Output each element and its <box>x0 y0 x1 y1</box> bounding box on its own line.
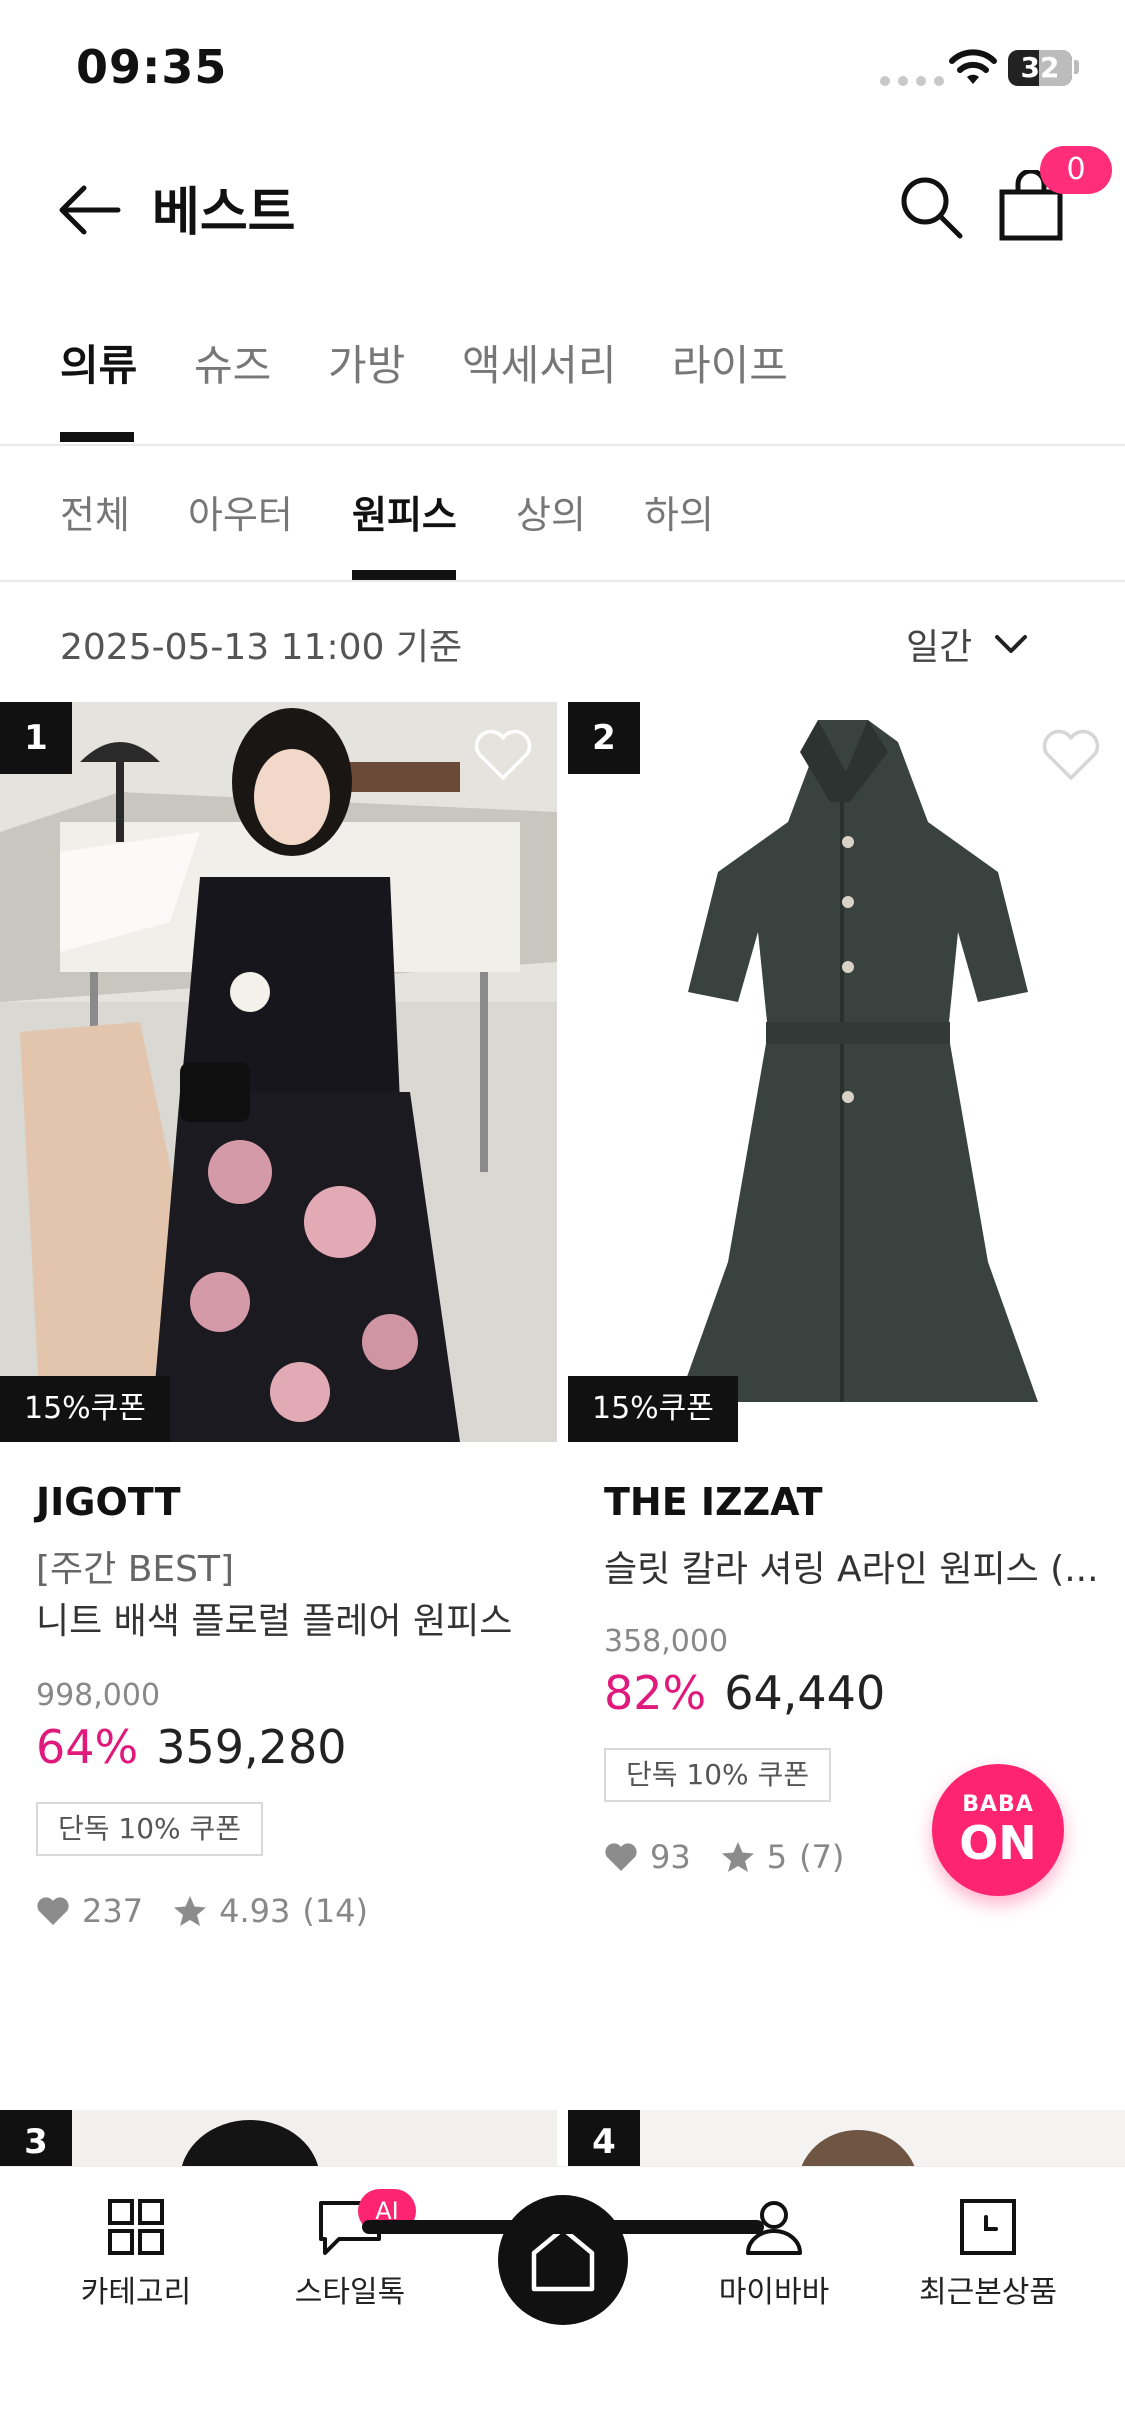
nav-mybaba-label: 마이바바 <box>718 2275 830 2310</box>
original-price: 358,000 <box>604 1624 729 1659</box>
star-icon <box>174 1896 207 1926</box>
heart-filled-icon <box>605 1843 637 1871</box>
heart-icon[interactable] <box>473 728 533 782</box>
ranking-date: 2025-05-13 11:00 기준 <box>60 627 463 668</box>
product-card[interactable]: 1 15%쿠폰 JIGOTT [주간 BEST] 니트 배색 플로럴 플레어 원… <box>0 702 557 1930</box>
subtab-bottoms[interactable]: 하의 <box>644 484 714 539</box>
search-icon[interactable] <box>898 174 964 240</box>
review-count: (14) <box>302 1892 369 1930</box>
rating: 5 <box>766 1838 788 1876</box>
nav-styletalk-label: 스타일톡 <box>294 2275 406 2310</box>
fab-label-top: BABA <box>962 1792 1034 1817</box>
subtab-outer[interactable]: 아우터 <box>188 484 293 539</box>
product-brand[interactable]: JIGOTT <box>36 1480 181 1524</box>
sale-price: 64,440 <box>724 1666 886 1720</box>
product-stats: 93 5 (7) <box>604 1838 844 1876</box>
rank-badge: 4 <box>568 2110 640 2166</box>
status-bar: 09:35 32 <box>0 0 1125 140</box>
battery-level: 32 <box>1020 51 1060 84</box>
rank-badge: 1 <box>0 702 72 774</box>
home-indicator <box>362 2220 764 2234</box>
signal-icon <box>880 76 944 86</box>
star-icon <box>721 1842 754 1872</box>
battery-icon: 32 <box>1008 50 1072 86</box>
tab-shoes[interactable]: 슈즈 <box>194 332 271 393</box>
product-brand[interactable]: THE IZZAT <box>604 1480 823 1524</box>
home-button[interactable] <box>498 2195 628 2325</box>
subtab-tops[interactable]: 상의 <box>516 484 586 539</box>
main-category-tabs: 의류 슈즈 가방 액세서리 라이프 <box>0 320 1125 446</box>
tab-accessories[interactable]: 액세서리 <box>462 332 617 393</box>
bottom-navigation: 카테고리 AI 스타일톡 마이바바 최근본상품 <box>0 2166 1125 2436</box>
nav-category[interactable]: 카테고리 <box>36 2197 236 2311</box>
cart-count-badge: 0 <box>1040 146 1112 194</box>
grid-icon <box>108 2199 164 2255</box>
product-card[interactable]: 4 <box>568 2110 1125 2166</box>
subtab-dress[interactable]: 원피스 <box>352 484 457 539</box>
clock-icon <box>960 2199 1016 2255</box>
heart-filled-icon <box>37 1897 69 1925</box>
nav-mybaba[interactable]: 마이바바 <box>674 2197 874 2311</box>
top-header: 베스트 0 <box>0 140 1125 270</box>
ranking-date-row: 2025-05-13 11:00 기준 일간 <box>0 584 1125 694</box>
subtab-all[interactable]: 전체 <box>60 484 130 539</box>
like-count: 237 <box>82 1892 144 1930</box>
product-image[interactable]: 1 15%쿠폰 <box>0 702 557 1442</box>
sale-price: 359,280 <box>156 1720 347 1774</box>
discount-rate: 82% <box>604 1666 707 1720</box>
period-dropdown[interactable]: 일간 <box>906 618 1028 670</box>
nav-recent-label: 최근본상품 <box>919 2275 1057 2310</box>
price-line: 82% 64,440 <box>604 1666 885 1720</box>
period-label: 일간 <box>906 627 973 668</box>
active-subtab-indicator <box>352 570 456 580</box>
price-line: 64% 359,280 <box>36 1720 346 1774</box>
product-image <box>0 2110 557 2166</box>
nav-category-label: 카테고리 <box>80 2275 192 2310</box>
wifi-icon <box>949 49 997 84</box>
original-price: 998,000 <box>36 1678 161 1713</box>
status-time: 09:35 <box>76 40 228 94</box>
product-stats: 237 4.93 (14) <box>36 1892 368 1930</box>
product-photo-model <box>0 702 557 1442</box>
rating: 4.93 <box>219 1892 291 1930</box>
exclusive-coupon-badge: 단독 10% 쿠폰 <box>604 1748 832 1802</box>
exclusive-coupon-badge: 단독 10% 쿠폰 <box>36 1802 264 1856</box>
coupon-tag: 15%쿠폰 <box>568 1376 738 1442</box>
product-image <box>568 2110 1125 2166</box>
product-name-line1[interactable]: [주간 BEST] <box>36 1540 556 1592</box>
product-name-line2[interactable]: 니트 배색 플로럴 플레어 원피스 <box>36 1592 512 1644</box>
product-image[interactable]: 2 15%쿠폰 <box>568 702 1125 1442</box>
page-title: 베스트 <box>152 183 296 243</box>
rank-badge: 3 <box>0 2110 72 2166</box>
fab-label-bottom: ON <box>959 1816 1037 1870</box>
like-count: 93 <box>650 1838 691 1876</box>
rank-badge: 2 <box>568 702 640 774</box>
tab-bags[interactable]: 가방 <box>328 332 405 393</box>
product-card[interactable]: 2 15%쿠폰 THE IZZAT 슬릿 칼라 셔링 A라인 원피스 (... … <box>568 702 1125 1876</box>
back-arrow-icon[interactable] <box>56 180 124 240</box>
nav-styletalk[interactable]: AI 스타일톡 <box>250 2189 450 2311</box>
active-tab-indicator <box>60 432 134 442</box>
sub-category-tabs: 전체 아우터 원피스 상의 하의 <box>0 448 1125 582</box>
baba-on-button[interactable]: BABA ON <box>932 1764 1064 1896</box>
tab-clothing[interactable]: 의류 <box>60 332 137 393</box>
home-icon <box>531 2226 595 2292</box>
discount-rate: 64% <box>36 1720 139 1774</box>
coupon-tag: 15%쿠폰 <box>0 1376 170 1442</box>
nav-recent[interactable]: 최근본상품 <box>888 2197 1088 2311</box>
product-card[interactable]: 3 <box>0 2110 557 2166</box>
heart-icon[interactable] <box>1041 728 1101 782</box>
product-photo-dress <box>568 702 1125 1442</box>
review-count: (7) <box>799 1838 845 1876</box>
tab-life[interactable]: 라이프 <box>672 332 788 393</box>
product-name-line1[interactable]: 슬릿 칼라 셔링 A라인 원피스 (... <box>604 1540 1124 1592</box>
chevron-down-icon <box>995 635 1028 653</box>
